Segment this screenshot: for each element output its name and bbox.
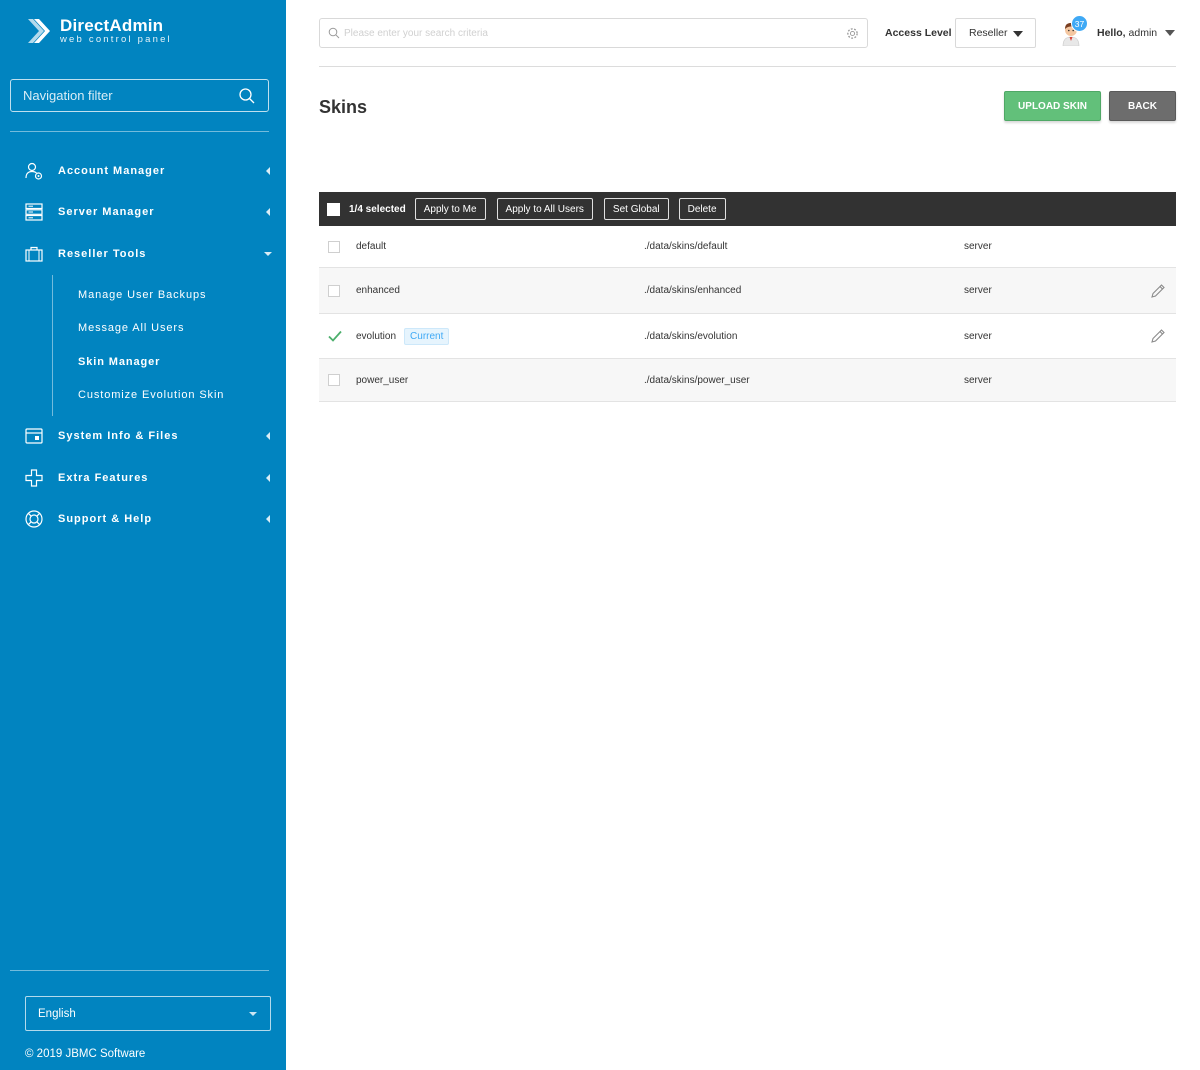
sidebar-subitem-skin-manager[interactable]: Skin Manager (53, 345, 286, 378)
server-icon (25, 203, 43, 221)
apply-to-me-button[interactable]: Apply to Me (414, 198, 486, 220)
chevron-down-icon[interactable] (1165, 30, 1175, 36)
skin-path: ./data/skins/evolution (644, 330, 738, 342)
sidebar-subitem-manage-user-backups[interactable]: Manage User Backups (53, 279, 286, 312)
sidebar-item-label: System Info & Files (58, 430, 179, 443)
brand-title: DirectAdmin (60, 16, 164, 36)
back-button[interactable]: BACK (1109, 91, 1176, 121)
row-checkbox[interactable] (328, 284, 340, 297)
table-row[interactable]: default ./data/skins/default server (319, 226, 1176, 268)
chevron-down-icon (1013, 31, 1023, 37)
row-checkbox[interactable] (328, 374, 340, 386)
reseller-tools-submenu: Manage User Backups Message All Users Sk… (52, 274, 286, 416)
global-search (319, 18, 868, 48)
row-checkbox[interactable] (328, 240, 340, 253)
gear-icon[interactable] (846, 27, 859, 40)
sidebar-divider (10, 131, 269, 132)
topbar: Access Level Reseller 37 Hello, admin (319, 15, 1176, 48)
briefcase-icon (25, 246, 43, 262)
skin-name: enhanced (356, 285, 400, 296)
chevron-down-icon (249, 1012, 257, 1016)
upload-skin-button[interactable]: UPLOAD SKIN (1004, 91, 1101, 121)
hello-text: Hello, (1097, 27, 1126, 39)
caret-left-icon (266, 208, 270, 217)
folder-icon (25, 428, 43, 445)
sidebar-item-server-manager[interactable]: Server Manager (0, 192, 286, 234)
sidebar-item-label: Account Manager (58, 164, 166, 177)
sidebar-item-label: Support & Help (58, 513, 153, 526)
skin-level: server (964, 330, 992, 342)
skin-path: ./data/skins/power_user (644, 374, 750, 386)
language-value: English (38, 1007, 76, 1020)
skin-level: server (964, 241, 992, 252)
caret-left-icon (266, 432, 270, 441)
checkmark-icon[interactable] (328, 330, 342, 342)
search-icon (328, 27, 340, 39)
pencil-icon[interactable] (1150, 328, 1166, 344)
sidebar: DirectAdmin web control panel Account Ma… (0, 0, 286, 1070)
navigation-filter (10, 79, 269, 112)
language-select[interactable]: English (25, 996, 271, 1031)
sidebar-item-label: Server Manager (58, 206, 155, 219)
sidebar-subitem-customize-evolution-skin[interactable]: Customize Evolution Skin (53, 378, 286, 411)
skins-table: default ./data/skins/default server enha… (319, 226, 1176, 402)
skin-level: server (964, 374, 992, 386)
username: admin (1128, 27, 1158, 39)
skin-path: ./data/skins/enhanced (644, 285, 742, 296)
logo[interactable]: DirectAdmin web control panel (26, 16, 172, 46)
table-row[interactable]: enhanced ./data/skins/enhanced server (319, 268, 1176, 314)
lifebuoy-icon (25, 510, 43, 529)
skin-name: default (356, 241, 387, 252)
skin-path: ./data/skins/default (644, 241, 728, 252)
skin-name: power_user (356, 374, 409, 386)
skin-name-cell: evolution Current (356, 327, 450, 345)
sidebar-item-account-manager[interactable]: Account Manager (0, 150, 286, 192)
search-icon[interactable] (238, 87, 256, 105)
select-all-checkbox[interactable] (327, 202, 340, 216)
caret-left-icon (266, 515, 270, 524)
plus-icon (25, 469, 43, 487)
sidebar-item-extra-features[interactable]: Extra Features (0, 457, 286, 499)
skin-level: server (964, 285, 992, 296)
access-level-label: Access Level (885, 27, 952, 39)
access-level-select[interactable]: Reseller (955, 18, 1036, 48)
header-divider (319, 66, 1176, 67)
directadmin-logo-icon (28, 19, 50, 43)
sidebar-item-label: Reseller Tools (58, 247, 147, 260)
caret-left-icon (266, 473, 270, 482)
navigation-filter-input[interactable] (23, 88, 238, 103)
delete-button[interactable]: Delete (678, 198, 726, 220)
table-toolbar: 1/4 selected Apply to Me Apply to All Us… (319, 192, 1176, 226)
users-icon (25, 162, 43, 180)
caret-down-icon (264, 251, 272, 256)
brand-subtitle: web control panel (60, 34, 172, 46)
table-row[interactable]: evolution Current ./data/skins/evolution … (319, 314, 1176, 359)
user-greeting[interactable]: Hello, admin (1097, 27, 1157, 39)
sidebar-subitem-message-all-users[interactable]: Message All Users (53, 312, 286, 345)
notification-badge[interactable]: 37 (1071, 15, 1088, 32)
pencil-icon[interactable] (1150, 283, 1166, 299)
sidebar-divider (10, 970, 269, 971)
access-level-value: Reseller (969, 27, 1008, 39)
sidebar-nav: Account Manager Server Manager Reseller … (0, 150, 286, 540)
table-row[interactable]: power_user ./data/skins/power_user serve… (319, 359, 1176, 402)
sidebar-item-support-help[interactable]: Support & Help (0, 499, 286, 541)
sidebar-item-label: Extra Features (58, 471, 149, 484)
copyright: © 2019 JBMC Software (25, 1048, 146, 1060)
sidebar-item-system-info-files[interactable]: System Info & Files (0, 416, 286, 458)
caret-left-icon (266, 166, 270, 175)
sidebar-item-reseller-tools[interactable]: Reseller Tools (0, 233, 286, 275)
set-global-button[interactable]: Set Global (603, 198, 669, 220)
apply-to-all-users-button[interactable]: Apply to All Users (496, 198, 593, 220)
selection-count: 1/4 selected (349, 203, 406, 215)
page-title: Skins (319, 97, 368, 117)
search-input[interactable] (344, 27, 846, 39)
current-badge: Current (404, 327, 450, 345)
skin-name: evolution (356, 330, 397, 342)
